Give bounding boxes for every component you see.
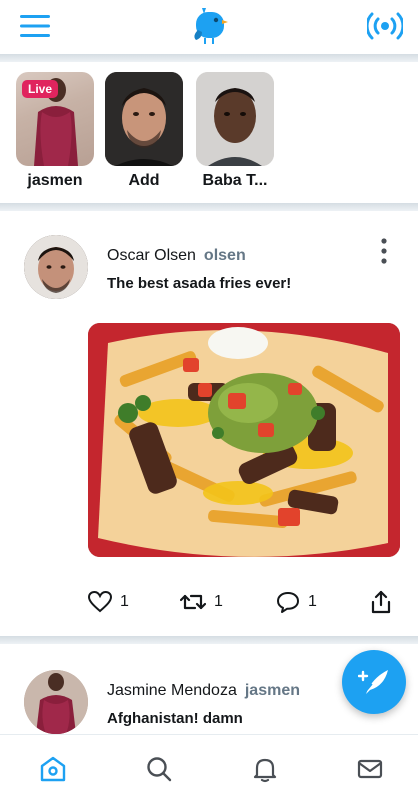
author-handle[interactable]: jasmen: [245, 682, 300, 699]
retweet-count: 1: [214, 593, 223, 610]
bell-icon[interactable]: [251, 755, 279, 783]
author-name[interactable]: Jasmine Mendoza: [107, 682, 237, 699]
face-icon: [105, 72, 183, 166]
home-icon[interactable]: [39, 755, 67, 783]
like-button[interactable]: 1: [88, 588, 129, 616]
heart-icon: [88, 591, 112, 613]
story-thumbnail: [196, 72, 274, 166]
food-photo-icon: [88, 323, 400, 557]
face-icon: [196, 72, 274, 166]
divider: [0, 636, 418, 644]
mail-icon[interactable]: [356, 755, 384, 783]
story-thumbnail: Live: [16, 72, 94, 166]
post-actions: 1 1 1: [0, 588, 418, 616]
bird-logo-icon: [194, 8, 228, 44]
story-add[interactable]: Add: [105, 72, 183, 190]
story-baba[interactable]: Baba T...: [196, 72, 274, 190]
reply-count: 1: [308, 593, 317, 610]
divider: [0, 54, 418, 62]
comment-icon: [277, 592, 299, 613]
face-icon: [24, 235, 88, 299]
more-options-icon[interactable]: [372, 237, 396, 265]
bottom-nav: [0, 734, 418, 800]
retweet-icon: [180, 594, 206, 610]
post-author: Oscar Olsen olsen: [107, 247, 246, 265]
story-label: Baba T...: [202, 172, 268, 189]
story-jasmen[interactable]: Live jasmen: [16, 72, 94, 190]
hamburger-menu-icon[interactable]: [20, 14, 50, 38]
author-name[interactable]: Oscar Olsen: [107, 247, 196, 264]
avatar[interactable]: [24, 670, 88, 734]
story-thumbnail: [105, 72, 183, 166]
share-button[interactable]: [370, 588, 392, 616]
post-image[interactable]: [88, 323, 400, 557]
share-icon: [371, 590, 391, 614]
retweet-button[interactable]: 1: [180, 588, 223, 616]
feather-plus-icon: [358, 670, 388, 697]
top-bar: [0, 0, 418, 54]
like-count: 1: [120, 593, 129, 610]
stories-row: Live jasmen Add Baba T...: [0, 62, 418, 202]
avatar[interactable]: [24, 235, 88, 299]
post-text: The best asada fries ever!: [107, 275, 292, 292]
person-silhouette-icon: [24, 670, 88, 734]
divider: [0, 203, 418, 211]
reply-button[interactable]: 1: [276, 588, 317, 616]
story-label: jasmen: [27, 172, 83, 189]
search-icon[interactable]: [145, 755, 173, 783]
broadcast-icon[interactable]: [367, 10, 403, 42]
post-author: Jasmine Mendoza jasmen: [107, 682, 300, 700]
author-handle[interactable]: olsen: [204, 247, 246, 264]
post-text: Afghanistan! damn: [107, 710, 243, 727]
live-badge: Live: [22, 80, 59, 98]
story-label: Add: [128, 172, 160, 189]
compose-button[interactable]: [342, 650, 406, 714]
